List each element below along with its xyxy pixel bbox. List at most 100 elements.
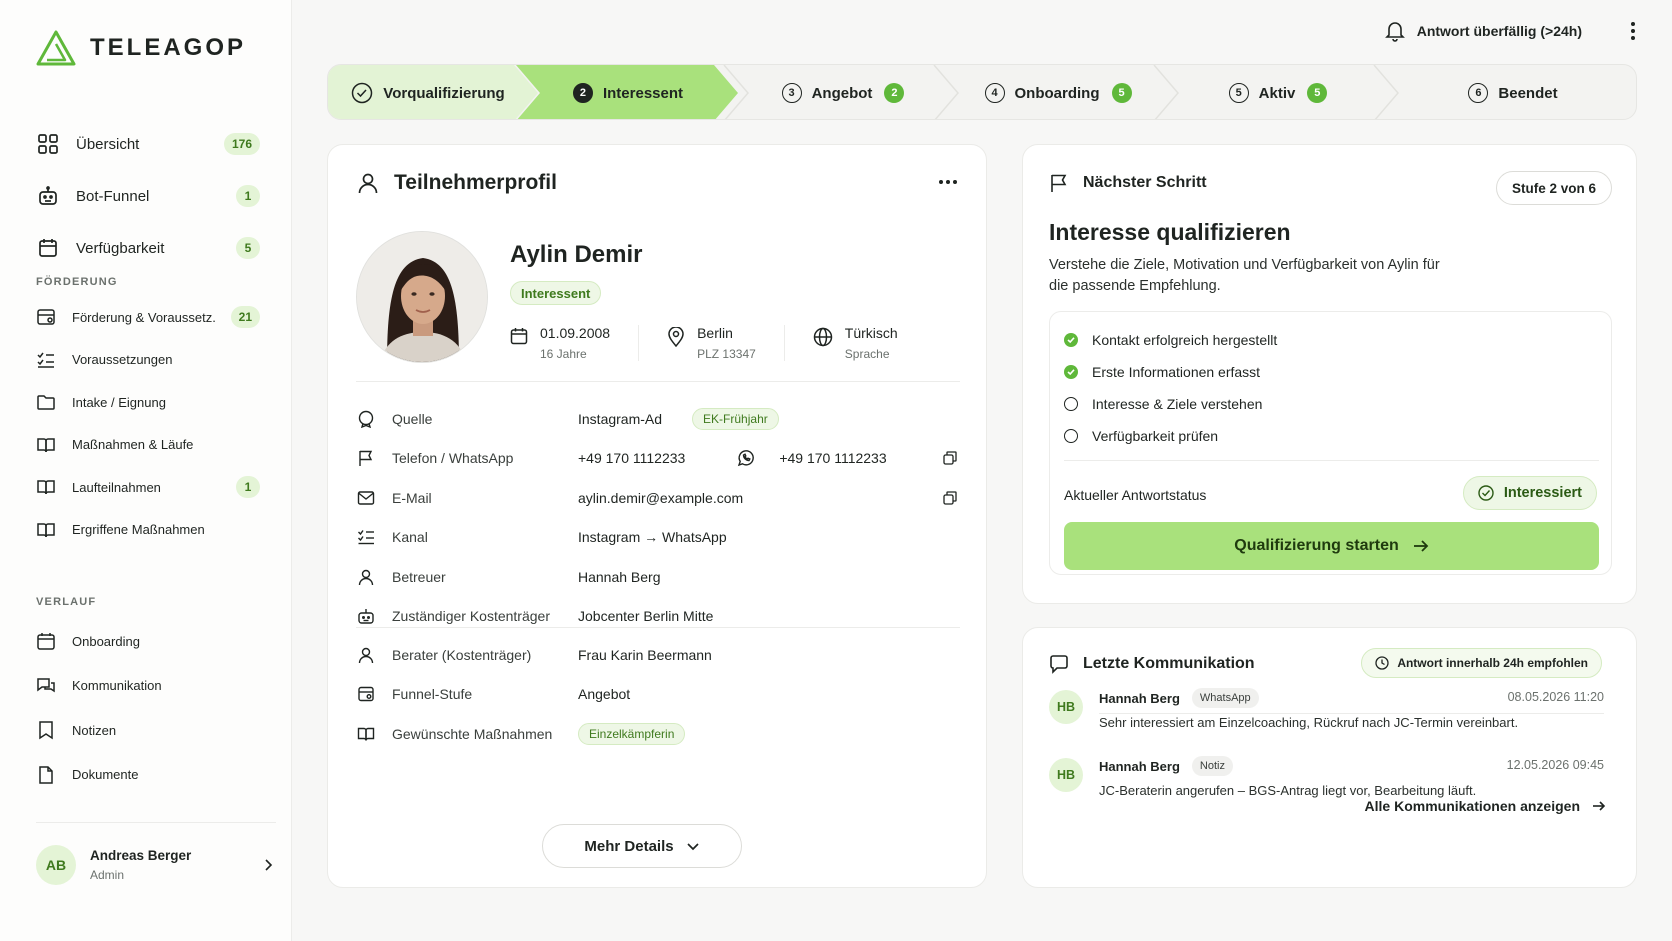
- response-status-badge[interactable]: Interessiert: [1462, 476, 1597, 510]
- step-count-badge: 2: [884, 83, 905, 103]
- next-step-header: Nächster Schritt: [1049, 173, 1207, 193]
- checklist-item[interactable]: Interesse & Ziele verstehen: [1064, 388, 1277, 420]
- book-icon: [36, 520, 56, 540]
- show-all-communications-link[interactable]: Alle Kommunikationen anzeigen: [1365, 798, 1606, 814]
- logo-icon: [36, 30, 76, 66]
- profile-details-extra: Berater (Kostenträger) Frau Karin Beerma…: [356, 635, 960, 754]
- sidebar: TELEAGOP Übersicht 176 Bot-Funnel 1 Verf…: [0, 0, 292, 941]
- step-onboarding[interactable]: 4 Onboarding 5: [948, 65, 1168, 119]
- sidebar-item-label: Maßnahmen & Läufe: [72, 437, 194, 453]
- step-label: Onboarding: [1014, 84, 1100, 102]
- language-value: Türkisch: [844, 325, 898, 341]
- sidebar-item-notizen[interactable]: Notizen: [36, 708, 260, 753]
- sidebar-item-label: Intake / Eignung: [72, 394, 166, 410]
- section-title-verlauf: VERLAUF: [36, 596, 97, 608]
- check-done-icon: [1064, 333, 1078, 347]
- sidebar-item-dokumente[interactable]: Dokumente: [36, 753, 260, 798]
- bookmark-icon: [36, 720, 56, 740]
- city-value: Berlin: [697, 325, 733, 341]
- sidebar-item-foerderung[interactable]: Förderung & Voraussetz. 21: [36, 296, 260, 339]
- divider: [356, 381, 960, 382]
- flag-icon: [356, 449, 376, 467]
- step-number: 4: [984, 83, 1005, 103]
- user-menu[interactable]: AB Andreas Berger Admin: [36, 822, 276, 885]
- detail-key: Telefon / WhatsApp: [392, 450, 514, 467]
- step-vorqualifizierung[interactable]: Vorqualifizierung: [328, 65, 528, 119]
- status-badge: Interessent: [510, 281, 602, 305]
- detail-value: Instagram-Ad: [578, 410, 663, 427]
- calendar-icon: [36, 236, 60, 260]
- detail-key: Kanal: [392, 529, 428, 546]
- birthdate-value: 01.09.2008: [540, 325, 611, 341]
- globe-icon: [813, 325, 845, 347]
- step-number: 6: [1468, 83, 1489, 103]
- whatsapp-contact[interactable]: +49 170 1112233: [737, 449, 887, 467]
- step-angebot[interactable]: 3 Angebot 2: [738, 65, 948, 119]
- detail-value: Instagram → WhatsApp: [578, 529, 727, 546]
- sidebar-item-ergriffene[interactable]: Ergriffene Maßnahmen: [36, 509, 260, 552]
- checklist-item[interactable]: Verfügbarkeit prüfen: [1064, 420, 1277, 452]
- sidebar-item-verfuegbarkeit[interactable]: Verfügbarkeit 5: [36, 222, 260, 274]
- step-label: Vorqualifizierung: [383, 84, 505, 102]
- more-horizontal-icon[interactable]: [938, 179, 958, 185]
- location-pin-icon: [667, 325, 697, 347]
- response-status-value: Interessiert: [1503, 485, 1582, 501]
- sidebar-item-laufteilnahmen[interactable]: Laufteilnahmen 1: [36, 466, 260, 509]
- user-role: Admin: [90, 868, 125, 882]
- divider: [1099, 713, 1604, 714]
- step-interessent[interactable]: 2 Interessent: [528, 65, 728, 119]
- sidebar-item-uebersicht[interactable]: Übersicht 176: [36, 118, 260, 170]
- logo[interactable]: TELEAGOP: [36, 30, 246, 66]
- copy-icon[interactable]: [942, 450, 958, 466]
- phone-value[interactable]: +49 170 1112233: [578, 450, 685, 466]
- profile-details: Quelle Instagram-Ad EK-Frühjahr Telefon …: [356, 399, 960, 636]
- detail-row-email: E-Mail aylin.demir@example.com: [356, 478, 960, 518]
- checklist-item[interactable]: Kontakt erfolgreich hergestellt: [1064, 324, 1277, 356]
- detail-key: Berater (Kostenträger): [392, 646, 532, 663]
- sidebar-item-label: Onboarding: [72, 633, 140, 649]
- copy-icon[interactable]: [942, 490, 958, 506]
- chat-icon: [36, 676, 56, 696]
- sidebar-item-bot-funnel[interactable]: Bot-Funnel 1: [36, 170, 260, 222]
- overdue-alert[interactable]: Antwort überfällig (>24h): [1384, 20, 1582, 42]
- robot-icon: [356, 607, 376, 625]
- start-qualification-button[interactable]: Qualifizierung starten: [1064, 522, 1599, 570]
- detail-row-telefon: Telefon / WhatsApp +49 170 1112233 +49 1…: [356, 439, 960, 479]
- checklist-item[interactable]: Erste Informationen erfasst: [1064, 356, 1277, 388]
- detail-row-funnel-stufe: Funnel-Stufe Angebot: [356, 675, 960, 715]
- sidebar-item-kommunikation[interactable]: Kommunikation: [36, 664, 260, 709]
- person-icon: [356, 646, 376, 664]
- message-time: 08.05.2026 11:20: [1507, 690, 1604, 704]
- check-circle-icon: [1478, 485, 1504, 501]
- step-aktiv[interactable]: 5 Aktiv 5: [1168, 65, 1388, 119]
- age-value: 16 Jahre: [540, 347, 587, 361]
- measure-tag: Einzelkämpferin: [578, 722, 686, 745]
- arrow-right-icon: [1399, 539, 1429, 553]
- person-icon: [356, 171, 380, 195]
- message-time: 12.05.2026 09:45: [1506, 758, 1604, 772]
- language-fact: Türkisch Sprache: [813, 325, 926, 361]
- step-beendet[interactable]: 6 Beendet: [1388, 65, 1636, 119]
- chevron-down-icon: [674, 839, 700, 853]
- check-open-icon: [1064, 397, 1078, 411]
- sidebar-item-label: Verfügbarkeit: [76, 239, 165, 257]
- count-badge: 176: [223, 133, 260, 155]
- sidebar-item-onboarding[interactable]: Onboarding: [36, 619, 260, 664]
- more-details-button[interactable]: Mehr Details: [542, 824, 742, 868]
- avatar: AB: [36, 845, 76, 885]
- book-icon: [36, 435, 56, 455]
- more-vertical-icon[interactable]: [1630, 21, 1636, 41]
- check-circle-icon: [351, 82, 373, 104]
- sidebar-item-intake[interactable]: Intake / Eignung: [36, 381, 260, 424]
- step-label: Interessent: [602, 84, 684, 102]
- step-number: 2: [572, 83, 593, 103]
- whatsapp-value: +49 170 1112233: [779, 450, 887, 467]
- sidebar-item-massnahmen[interactable]: Maßnahmen & Läufe: [36, 424, 260, 467]
- email-value[interactable]: aylin.demir@example.com: [578, 490, 743, 506]
- response-status-label: Aktueller Antwortstatus: [1064, 487, 1207, 503]
- sidebar-item-voraussetzungen[interactable]: Voraussetzungen: [36, 339, 260, 382]
- book-icon: [356, 725, 376, 743]
- language-sub: Sprache: [844, 347, 890, 361]
- qualification-panel: Kontakt erfolgreich hergestellt Erste In…: [1049, 311, 1612, 575]
- stage-indicator: Stufe 2 von 6: [1495, 171, 1612, 205]
